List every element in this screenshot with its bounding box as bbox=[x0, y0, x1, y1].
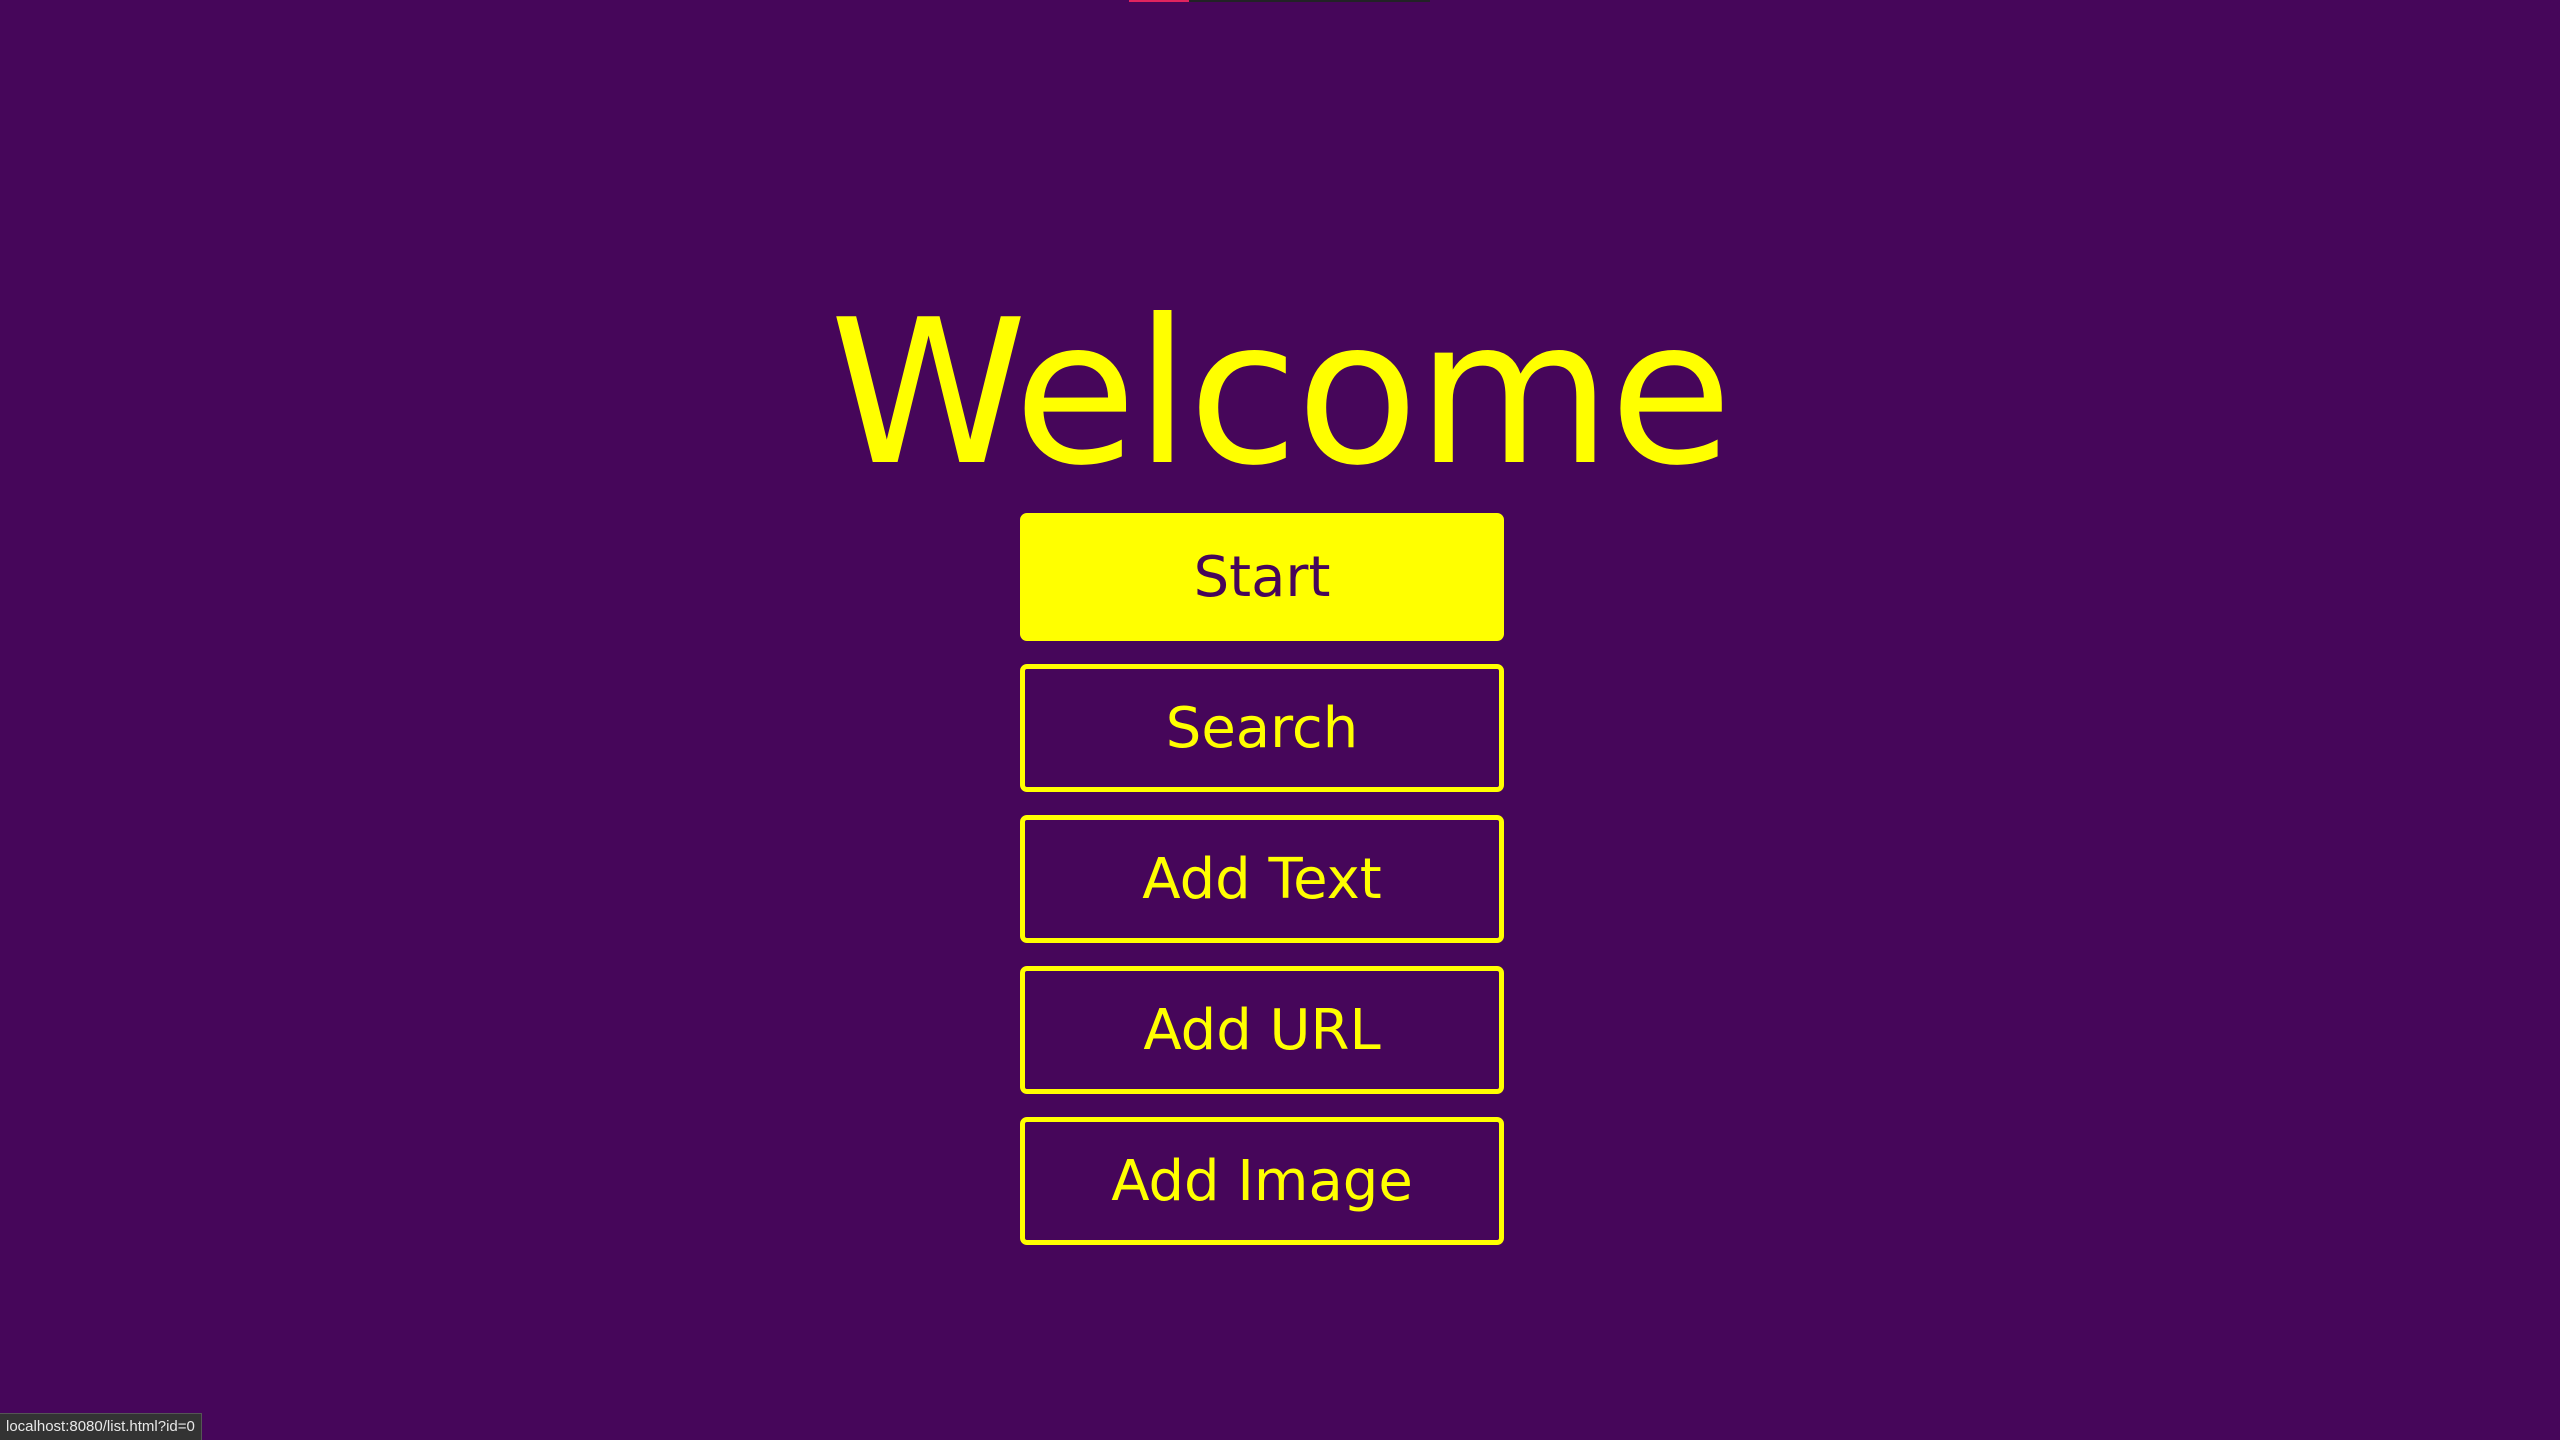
search-button[interactable]: Search bbox=[1020, 664, 1504, 792]
page-title: Welcome bbox=[829, 277, 1733, 510]
add-url-button[interactable]: Add URL bbox=[1020, 966, 1504, 1094]
start-button[interactable]: Start bbox=[1020, 513, 1504, 641]
link-status-bar: localhost:8080/list.html?id=0 bbox=[0, 1413, 202, 1440]
add-image-button[interactable]: Add Image bbox=[1020, 1117, 1504, 1245]
add-text-button[interactable]: Add Text bbox=[1020, 815, 1504, 943]
page-loading-bar bbox=[1129, 0, 1430, 2]
main-menu: Start Search Add Text Add URL Add Image bbox=[1020, 513, 1504, 1268]
page-loading-bar-fill bbox=[1129, 0, 1190, 2]
